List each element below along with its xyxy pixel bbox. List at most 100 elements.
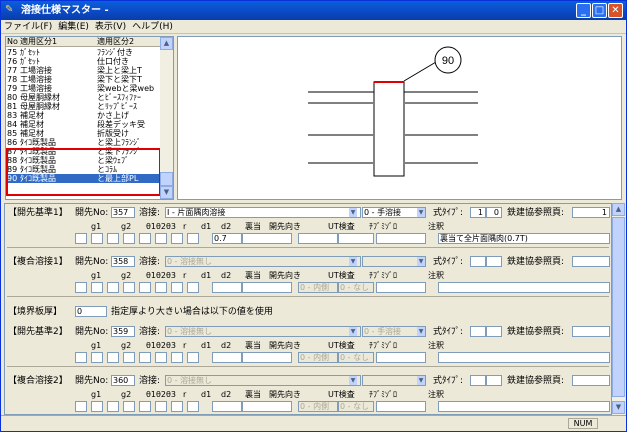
menu-view[interactable]: 表示(V)	[92, 20, 129, 34]
list-item[interactable]: 77 工場溶接 梁上と梁上T	[6, 66, 161, 75]
menu-edit[interactable]: 編集(E)	[55, 20, 92, 34]
weld-type-select[interactable]: 0 - 溶接無し	[165, 256, 361, 267]
dimension-cell[interactable]	[187, 282, 199, 293]
close-button[interactable]: ✕	[608, 3, 623, 18]
weld-method-dropdown-icon[interactable]: ▼	[417, 257, 425, 266]
weld-method-dropdown-icon[interactable]: ▼	[417, 376, 425, 385]
weld-type-select[interactable]: 0 - 溶接無し	[165, 326, 361, 337]
backing-field[interactable]	[242, 401, 292, 412]
groove-no-field[interactable]: 358	[111, 256, 135, 267]
note-field[interactable]: 裏当て全片面隅肉(0.7T)	[438, 233, 610, 244]
weld-type-dropdown-icon[interactable]: ▼	[349, 257, 357, 266]
ut-inspection-select[interactable]: 0 - なし	[338, 352, 374, 363]
d1-field[interactable]: 0.7	[212, 233, 242, 244]
chip-field[interactable]	[376, 352, 426, 363]
list-item[interactable]: 76 ｶﾞｾｯﾄ 仕口付き	[6, 57, 161, 66]
dimension-cell[interactable]	[75, 233, 87, 244]
boundary-thickness-field[interactable]: 0	[75, 306, 107, 317]
dimension-cell[interactable]	[187, 401, 199, 412]
dimension-cell[interactable]	[187, 352, 199, 363]
backing-field[interactable]	[242, 352, 292, 363]
list-scrollbar[interactable]: ▲ ▼	[160, 37, 173, 199]
groove-no-field[interactable]: 359	[111, 326, 135, 337]
dimension-cell[interactable]	[171, 282, 183, 293]
list-item[interactable]: 86 ﾀｲｺ既製品 と梁上ﾌﾗﾝｼﾞ	[6, 138, 161, 147]
maximize-button[interactable]: □	[592, 3, 607, 18]
note-field[interactable]	[438, 352, 610, 363]
groove-direction-select[interactable]: 0 - 内側	[298, 352, 338, 363]
chip-field[interactable]	[376, 233, 426, 244]
dimension-cell[interactable]	[75, 401, 87, 412]
list-item[interactable]: 79 工場溶接 梁webと梁web	[6, 84, 161, 93]
dimension-cell[interactable]	[123, 401, 135, 412]
groove-direction-select[interactable]	[298, 233, 338, 244]
formula-type-field[interactable]	[470, 326, 486, 337]
weld-method-dropdown-icon[interactable]: ▼	[417, 208, 425, 217]
weld-type-dropdown-icon[interactable]: ▼	[349, 327, 357, 336]
formula-type-field[interactable]: 1	[470, 207, 486, 218]
ut-inspection-select[interactable]: 0 - なし	[338, 401, 374, 412]
dimension-cell[interactable]	[91, 401, 103, 412]
list-item[interactable]: 78 工場溶接 梁下と梁下T	[6, 75, 161, 84]
dimension-cell[interactable]	[139, 401, 151, 412]
chip-field[interactable]	[376, 282, 426, 293]
formula-extra-field[interactable]	[486, 256, 502, 267]
dimension-cell[interactable]	[155, 401, 167, 412]
dimension-cell[interactable]	[107, 282, 119, 293]
list-item[interactable]: 85 補足材 折版受け	[6, 129, 161, 138]
scroll-up-icon[interactable]: ▲	[160, 37, 173, 50]
dimension-cell[interactable]	[107, 401, 119, 412]
list-item[interactable]: 83 補足材 かさ上げ	[6, 111, 161, 120]
form-scrollbar[interactable]: ▲ ▼	[612, 203, 625, 415]
dimension-cell[interactable]	[107, 233, 119, 244]
list-item[interactable]: 75 ｶﾞｾｯﾄ ﾌﾗﾝｼﾞ付き	[6, 48, 161, 57]
dimension-cell[interactable]	[187, 233, 199, 244]
weld-type-dropdown-icon[interactable]: ▼	[349, 376, 357, 385]
formula-extra-field[interactable]	[486, 375, 502, 386]
dimension-cell[interactable]	[171, 233, 183, 244]
dimension-cell[interactable]	[91, 282, 103, 293]
dimension-cell[interactable]	[139, 233, 151, 244]
form-scroll-down-icon[interactable]: ▼	[612, 401, 625, 414]
groove-no-field[interactable]: 357	[111, 207, 135, 218]
dimension-cell[interactable]	[155, 282, 167, 293]
note-field[interactable]	[438, 282, 610, 293]
d1-field[interactable]	[212, 352, 242, 363]
dimension-cell[interactable]	[107, 352, 119, 363]
reference-page-field[interactable]	[572, 256, 610, 267]
dimension-cell[interactable]	[75, 352, 87, 363]
dimension-cell[interactable]	[91, 233, 103, 244]
backing-field[interactable]	[242, 282, 292, 293]
groove-direction-select[interactable]: 0 - 内側	[298, 282, 338, 293]
minimize-button[interactable]: _	[576, 3, 591, 18]
form-scroll-up-icon[interactable]: ▲	[612, 203, 625, 216]
list-item[interactable]: 84 補足材 段差デッキ受	[6, 120, 161, 129]
formula-extra-field[interactable]	[486, 326, 502, 337]
note-field[interactable]	[438, 401, 610, 412]
form-scroll-thumb[interactable]	[612, 217, 625, 397]
groove-direction-select[interactable]: 0 - 内側	[298, 401, 338, 412]
menu-file[interactable]: ファイル(F)	[1, 20, 55, 34]
list-header-category1[interactable]: 適用区分1	[20, 37, 57, 47]
groove-no-field[interactable]: 360	[111, 375, 135, 386]
dimension-cell[interactable]	[123, 282, 135, 293]
dimension-cell[interactable]	[139, 282, 151, 293]
scroll-thumb[interactable]	[160, 172, 173, 186]
dimension-cell[interactable]	[155, 352, 167, 363]
reference-page-field[interactable]	[572, 375, 610, 386]
dimension-cell[interactable]	[123, 233, 135, 244]
dimension-cell[interactable]	[75, 282, 87, 293]
dimension-cell[interactable]	[155, 233, 167, 244]
formula-type-field[interactable]	[470, 375, 486, 386]
menu-help[interactable]: ヘルプ(H)	[129, 20, 176, 34]
weld-method-dropdown-icon[interactable]: ▼	[417, 327, 425, 336]
dimension-cell[interactable]	[171, 401, 183, 412]
backing-field[interactable]	[242, 233, 292, 244]
dimension-cell[interactable]	[91, 352, 103, 363]
dimension-cell[interactable]	[123, 352, 135, 363]
chip-field[interactable]	[376, 401, 426, 412]
dimension-cell[interactable]	[139, 352, 151, 363]
weld-type-dropdown-icon[interactable]: ▼	[349, 208, 357, 217]
dimension-cell[interactable]	[171, 352, 183, 363]
d1-field[interactable]	[212, 282, 242, 293]
